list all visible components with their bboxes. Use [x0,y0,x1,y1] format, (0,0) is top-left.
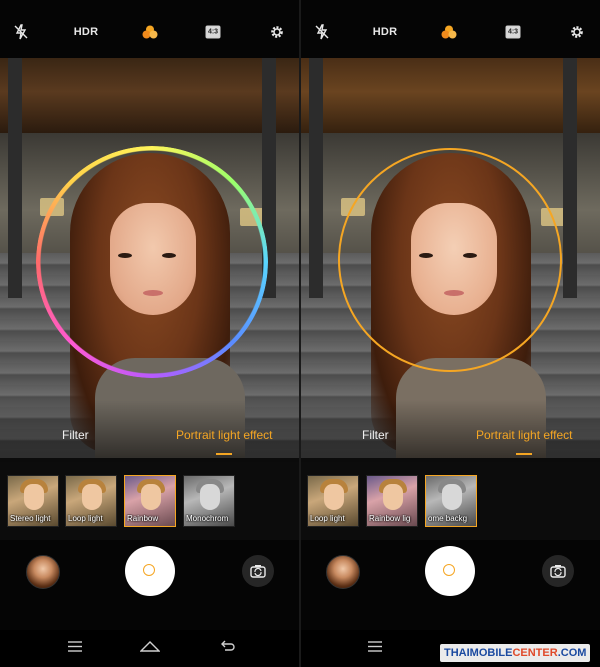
light-effect-ring [36,146,268,378]
flash-off-icon[interactable] [315,24,329,40]
back-icon[interactable] [221,639,235,657]
camera-viewfinder[interactable] [0,58,299,458]
watermark-text-2: CENTER [512,647,558,659]
home-icon[interactable] [139,639,161,657]
gallery-thumbnail[interactable] [326,555,360,589]
effect-thumb-rainbow-light[interactable]: Rainbow lig [366,475,418,527]
hdr-toggle[interactable]: HDR [373,26,397,38]
camera-top-bar: HDR 4:3 [301,0,600,58]
shutter-icon [443,564,455,576]
effect-label: Rainbow lig [369,514,411,523]
effect-label: Loop light [310,514,345,523]
shutter-button[interactable] [125,546,175,596]
effect-thumb-loop-light[interactable]: Loop light [65,475,117,527]
flash-off-icon[interactable] [14,24,28,40]
hdr-toggle[interactable]: HDR [74,26,98,38]
effect-label: Loop light [68,514,103,523]
effect-thumb-monochrome[interactable]: Monochrom [183,475,235,527]
camera-switch-icon[interactable] [542,555,574,587]
effect-thumb-rainbow[interactable]: Rainbow [124,475,176,527]
watermark-text-3: .COM [557,647,587,659]
effect-label: Rainbow [127,514,159,523]
menu-icon[interactable] [68,639,82,657]
camera-screen-left: HDR 4:3 Filter Portrait light effect Ste… [0,0,299,667]
active-tab-indicator [216,453,232,455]
effect-label: ome backg [428,514,468,523]
camera-viewfinder[interactable] [301,58,600,458]
menu-icon[interactable] [368,639,382,657]
light-effect-ring [338,148,562,372]
shutter-button[interactable] [425,546,475,596]
camera-switch-icon[interactable] [242,555,274,587]
tab-portrait-light-effect[interactable]: Portrait light effect [476,428,573,442]
shutter-icon [143,564,155,576]
gear-icon[interactable] [570,25,585,40]
effect-thumb-stereo-light[interactable]: Stereo light [7,475,59,527]
aspect-ratio-label: 4:3 [205,25,221,39]
camera-screen-right: HDR 4:3 Filter Portrait light effect Loo… [301,0,600,667]
effect-label: Monochrom [186,514,229,523]
aspect-ratio-button[interactable]: 4:3 [505,25,521,39]
gear-icon[interactable] [270,25,285,40]
beauty-filter-icon[interactable] [441,25,457,39]
tab-filter[interactable]: Filter [362,428,389,442]
gallery-thumbnail[interactable] [26,555,60,589]
watermark-text-1: THAIMOBILE [444,647,513,659]
tab-filter[interactable]: Filter [62,428,89,442]
beauty-filter-icon[interactable] [142,25,158,39]
active-tab-indicator [516,453,532,455]
tab-portrait-light-effect[interactable]: Portrait light effect [176,428,273,442]
aspect-ratio-label: 4:3 [505,25,521,39]
camera-top-bar: HDR 4:3 [0,0,299,58]
effect-thumb-loop-light[interactable]: Loop light [307,475,359,527]
aspect-ratio-button[interactable]: 4:3 [205,25,221,39]
effect-thumb-monochrome-background[interactable]: ome backg [425,475,477,527]
effect-label: Stereo light [10,514,51,523]
site-watermark: THAIMOBILECENTER.COM [440,644,591,662]
